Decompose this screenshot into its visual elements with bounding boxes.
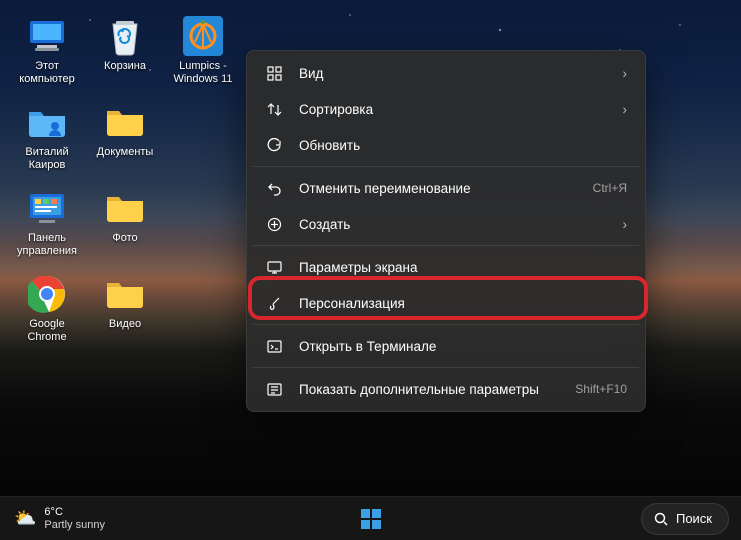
taskbar-search[interactable]: Поиск bbox=[641, 503, 729, 535]
menu-separator bbox=[253, 324, 639, 325]
icon-video-folder[interactable]: Видео bbox=[86, 268, 164, 354]
display-icon bbox=[265, 260, 283, 275]
icon-label: ВиталийКаиров bbox=[25, 146, 68, 172]
search-label: Поиск bbox=[676, 511, 712, 526]
menu-item-undo-rename[interactable]: Отменить переименование Ctrl+Я bbox=[251, 170, 641, 206]
icon-label: Фото bbox=[112, 232, 137, 245]
plus-icon bbox=[265, 217, 283, 232]
chrome-icon bbox=[27, 274, 67, 314]
icon-photo-folder[interactable]: Фото bbox=[86, 182, 164, 268]
menu-separator bbox=[253, 166, 639, 167]
icon-label: Документы bbox=[97, 146, 154, 159]
undo-icon bbox=[265, 181, 283, 196]
icon-lumpics[interactable]: Lumpics -Windows 11 bbox=[164, 10, 242, 96]
chevron-right-icon: › bbox=[623, 217, 628, 232]
lumpics-icon bbox=[183, 16, 223, 56]
menu-item-personalization[interactable]: Персонализация bbox=[251, 285, 641, 321]
menu-item-more-options[interactable]: Показать дополнительные параметры Shift+… bbox=[251, 371, 641, 407]
user-folder-icon bbox=[27, 102, 67, 142]
menu-separator bbox=[253, 245, 639, 246]
icon-label: Этоткомпьютер bbox=[19, 60, 74, 86]
weather-icon: ⛅ bbox=[14, 508, 36, 529]
menu-item-sort[interactable]: Сортировка › bbox=[251, 91, 641, 127]
folder-icon bbox=[105, 102, 145, 142]
more-options-icon bbox=[265, 382, 283, 397]
folder-icon bbox=[105, 274, 145, 314]
terminal-icon bbox=[265, 339, 283, 354]
start-button[interactable] bbox=[352, 500, 390, 538]
recycle-bin-icon bbox=[105, 16, 145, 56]
menu-label: Показать дополнительные параметры bbox=[299, 382, 575, 397]
refresh-icon bbox=[265, 138, 283, 153]
icon-label: Панельуправления bbox=[17, 232, 77, 258]
weather-condition: Partly sunny bbox=[44, 519, 105, 532]
menu-item-view[interactable]: Вид › bbox=[251, 55, 641, 91]
context-menu: Вид › Сортировка › Обновить Отменить пер… bbox=[246, 50, 646, 412]
icon-label: Lumpics -Windows 11 bbox=[173, 60, 232, 86]
chevron-right-icon: › bbox=[623, 102, 628, 117]
menu-separator bbox=[253, 367, 639, 368]
taskbar-weather[interactable]: ⛅ 6°C Partly sunny bbox=[0, 506, 105, 532]
menu-label: Открыть в Терминале bbox=[299, 339, 627, 354]
menu-label: Вид bbox=[299, 66, 623, 81]
menu-shortcut: Shift+F10 bbox=[575, 382, 627, 396]
menu-label: Персонализация bbox=[299, 296, 627, 311]
weather-text: 6°C Partly sunny bbox=[44, 506, 105, 532]
icon-chrome[interactable]: GoogleChrome bbox=[8, 268, 86, 354]
menu-shortcut: Ctrl+Я bbox=[593, 181, 627, 195]
icon-recycle-bin[interactable]: Корзина bbox=[86, 10, 164, 96]
weather-temp: 6°C bbox=[44, 506, 105, 519]
icon-label: Видео bbox=[109, 318, 141, 331]
icon-label: Корзина bbox=[104, 60, 146, 73]
search-icon bbox=[654, 512, 668, 526]
pc-icon bbox=[27, 16, 67, 56]
menu-label: Сортировка bbox=[299, 102, 623, 117]
brush-icon bbox=[265, 296, 283, 311]
menu-label: Создать bbox=[299, 217, 623, 232]
menu-item-refresh[interactable]: Обновить bbox=[251, 127, 641, 163]
icon-user-folder[interactable]: ВиталийКаиров bbox=[8, 96, 86, 182]
chevron-right-icon: › bbox=[623, 66, 628, 81]
folder-icon bbox=[105, 188, 145, 228]
icon-this-pc[interactable]: Этоткомпьютер bbox=[8, 10, 86, 96]
taskbar[interactable]: ⛅ 6°C Partly sunny Поиск bbox=[0, 496, 741, 540]
icon-documents-folder[interactable]: Документы bbox=[86, 96, 164, 182]
menu-label: Обновить bbox=[299, 138, 627, 153]
sort-icon bbox=[265, 102, 283, 117]
menu-item-display-settings[interactable]: Параметры экрана bbox=[251, 249, 641, 285]
grid-icon bbox=[265, 66, 283, 81]
menu-label: Отменить переименование bbox=[299, 181, 593, 196]
menu-label: Параметры экрана bbox=[299, 260, 627, 275]
windows-icon bbox=[360, 508, 382, 530]
menu-item-new[interactable]: Создать › bbox=[251, 206, 641, 242]
icon-control-panel[interactable]: Панельуправления bbox=[8, 182, 86, 268]
control-panel-icon bbox=[27, 188, 67, 228]
icon-label: GoogleChrome bbox=[27, 318, 66, 344]
menu-item-terminal[interactable]: Открыть в Терминале bbox=[251, 328, 641, 364]
